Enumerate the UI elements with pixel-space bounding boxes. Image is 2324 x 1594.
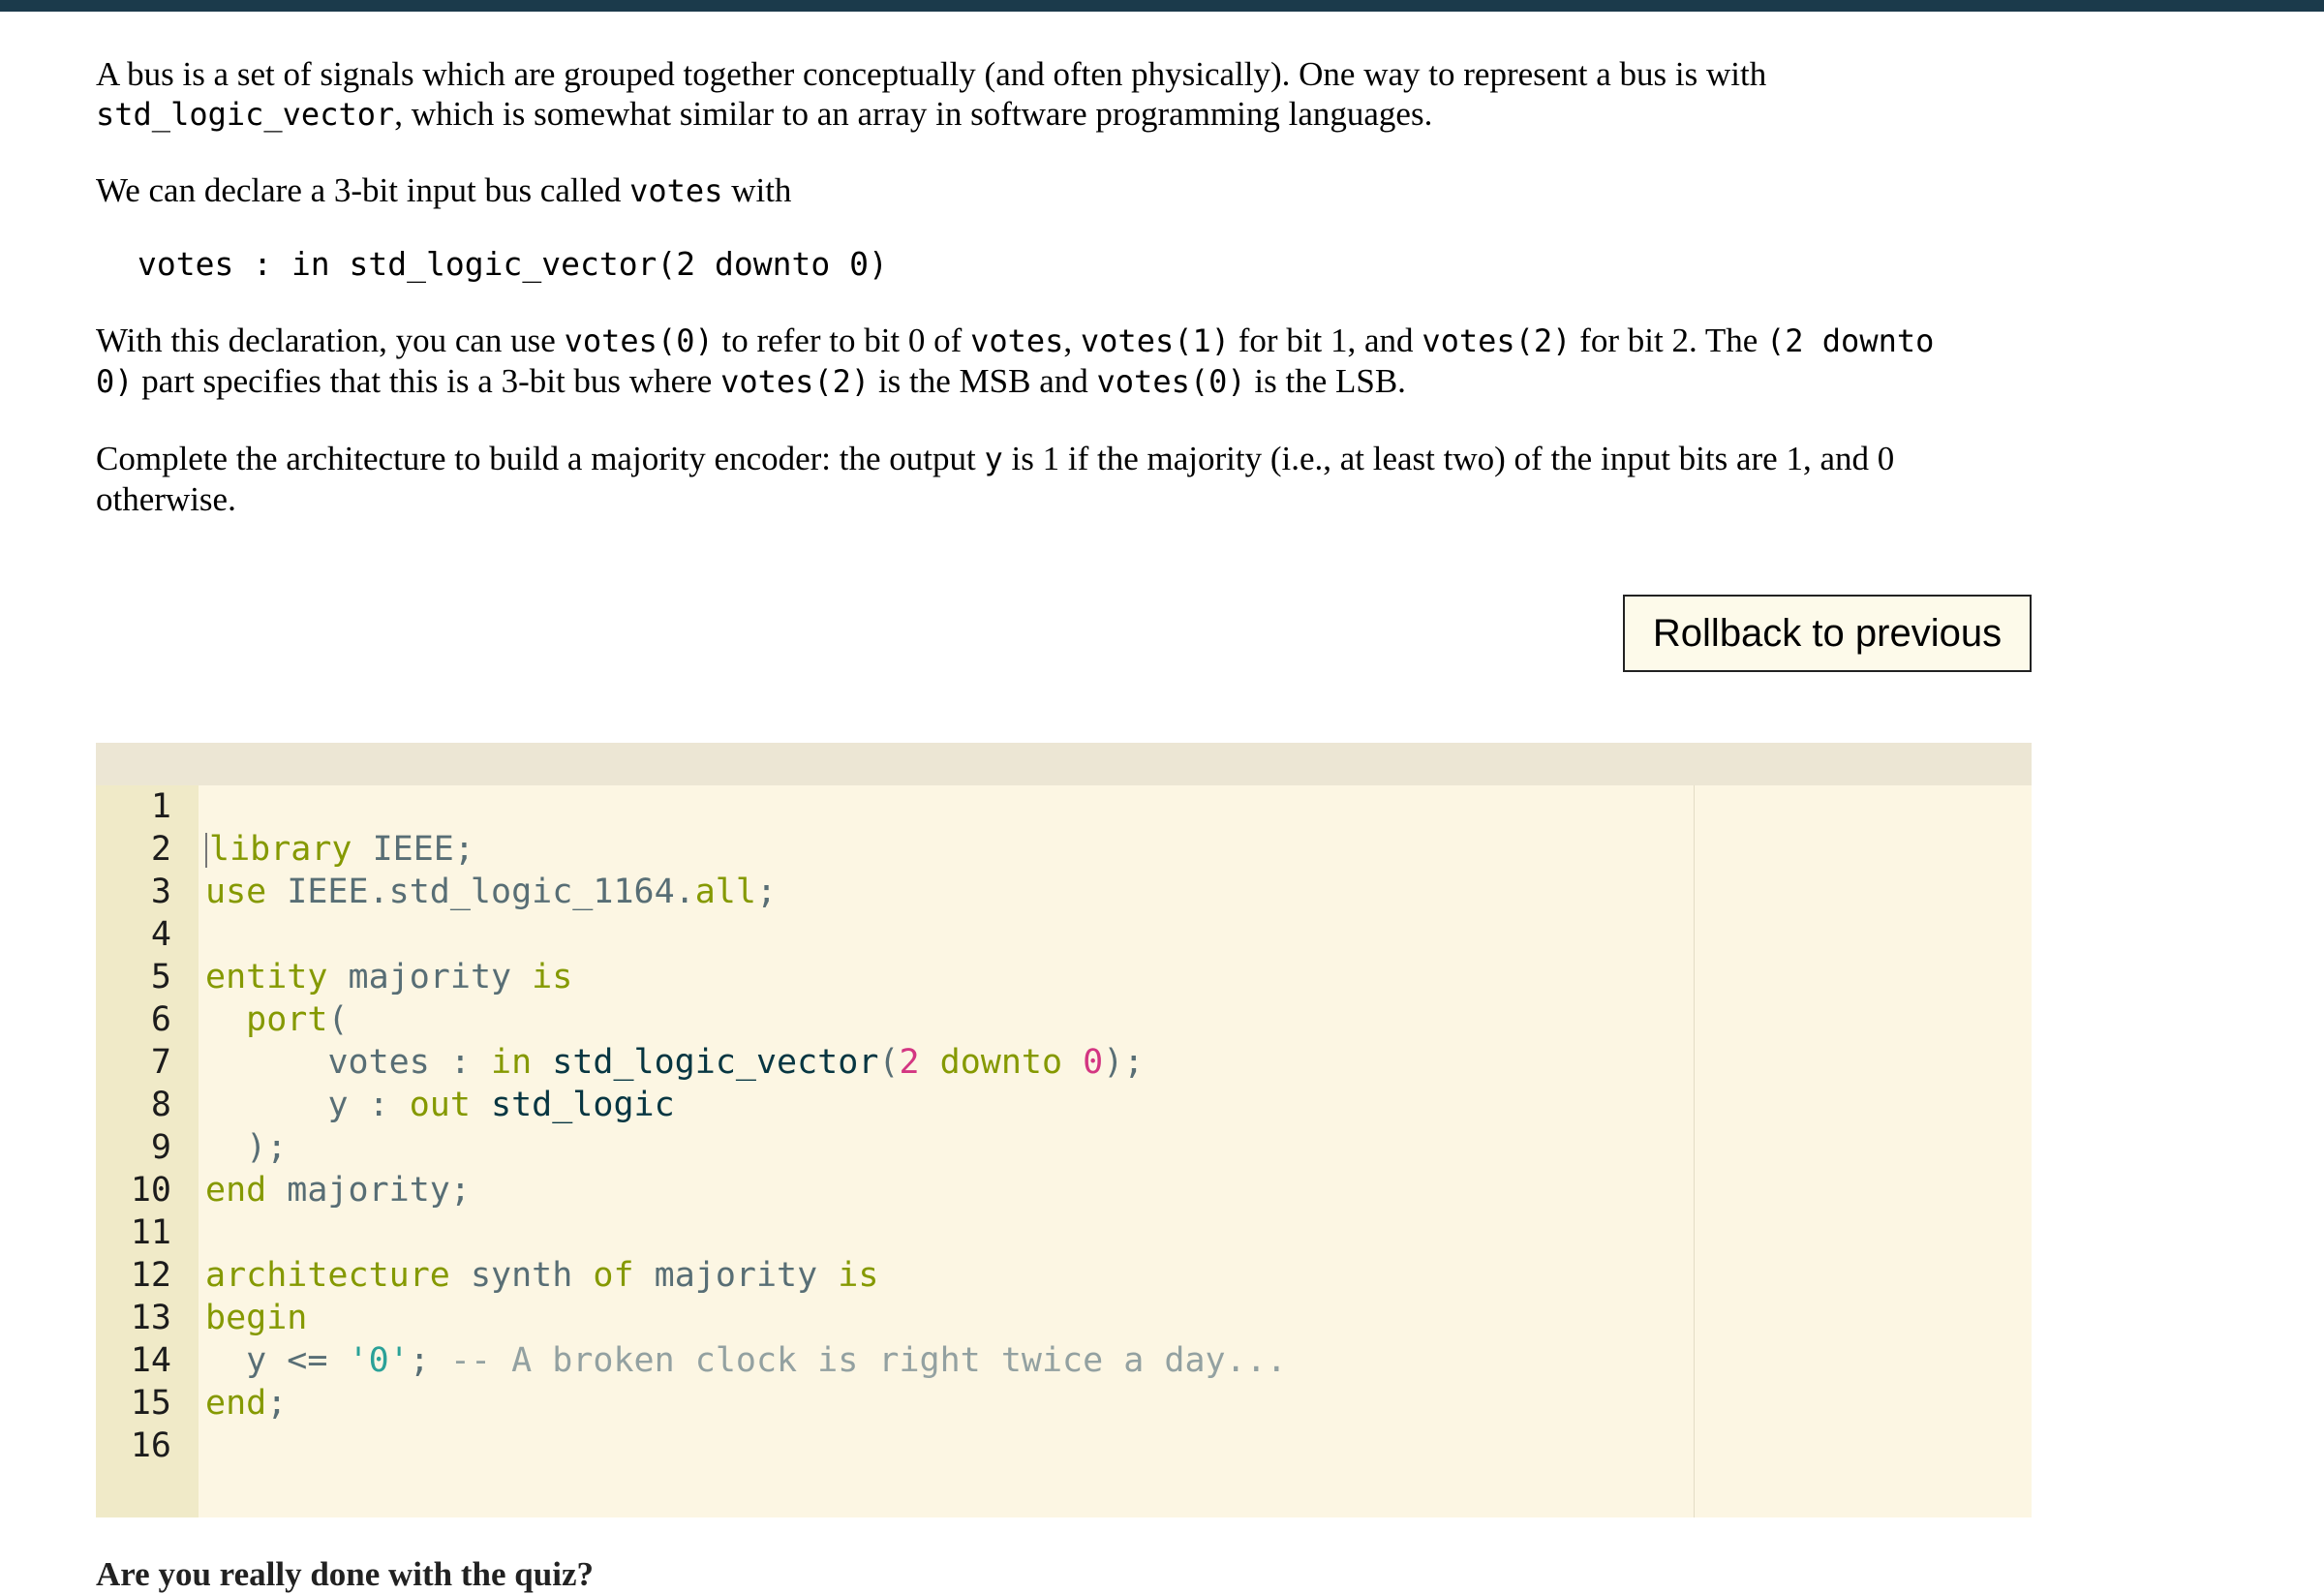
code-line[interactable]: 6 votes : in std_logic_vector(2 downto 0… bbox=[96, 956, 2032, 1082]
rollback-button[interactable]: Rollback to previous bbox=[1623, 595, 2032, 672]
text: With this declaration, you can use bbox=[96, 322, 556, 359]
top-bar bbox=[0, 0, 2324, 12]
text: A bus is a set of signals which are grou… bbox=[96, 55, 1767, 93]
code-line[interactable]: 14 end; bbox=[96, 1297, 2032, 1423]
inline-code: votes(2) bbox=[1422, 322, 1572, 359]
inline-code: y bbox=[984, 441, 1003, 477]
intro-paragraph: A bus is a set of signals which are grou… bbox=[96, 54, 1766, 135]
inline-code: votes(2) bbox=[720, 363, 871, 400]
line-number: 16 bbox=[130, 1426, 171, 1465]
text: We can declare a 3-bit input bus called bbox=[96, 171, 622, 209]
code-line[interactable]: 15 bbox=[96, 1339, 2032, 1423]
code-line[interactable]: 13 y <= '0'; -- A broken clock is right … bbox=[96, 1254, 2032, 1380]
code-line[interactable]: 12 begin bbox=[96, 1211, 2032, 1337]
code-line[interactable]: 5 port( bbox=[96, 913, 2032, 1039]
task-paragraph: Complete the architecture to build a maj… bbox=[96, 439, 1984, 519]
code-line[interactable]: 2 use IEEE.std_logic_1164.all; bbox=[96, 785, 2032, 911]
code-line[interactable]: 1 library IEEE; bbox=[96, 743, 2032, 869]
code-line[interactable]: 10 bbox=[96, 1126, 2032, 1210]
code-editor[interactable]: 1 library IEEE; 2 use IEEE.std_logic_116… bbox=[96, 743, 2032, 1517]
text: for bit 2. The bbox=[1579, 322, 1758, 359]
text: , bbox=[1063, 322, 1073, 359]
text: part specifies that this is a 3-bit bus … bbox=[141, 362, 713, 400]
usage-paragraph: With this declaration, you can use votes… bbox=[96, 321, 1936, 402]
code-line[interactable]: 9 end majority; bbox=[96, 1084, 2032, 1210]
inline-code: votes bbox=[970, 322, 1064, 359]
code-line[interactable]: 7 y : out std_logic bbox=[96, 998, 2032, 1124]
inline-code: votes(0) bbox=[564, 322, 714, 359]
text: Complete the architecture to build a maj… bbox=[96, 440, 976, 477]
text: , which is somewhat similar to an array … bbox=[394, 95, 1433, 133]
code-line[interactable]: 8 ); bbox=[96, 1041, 2032, 1167]
text: is the MSB and bbox=[877, 362, 1088, 400]
declare-paragraph: We can declare a 3-bit input bus called … bbox=[96, 170, 791, 211]
code-line[interactable]: 11 architecture synth of majority is bbox=[96, 1169, 2032, 1295]
text: to refer to bit 0 of bbox=[721, 322, 963, 359]
declaration-code-block: votes : in std_logic_vector(2 downto 0) bbox=[138, 245, 888, 283]
inline-code: votes(1) bbox=[1080, 322, 1231, 359]
inline-code: std_logic_vector bbox=[96, 96, 395, 133]
text: is the LSB. bbox=[1254, 362, 1406, 400]
code-line[interactable]: 4 entity majority is bbox=[96, 871, 2032, 996]
code-line[interactable]: 16 bbox=[96, 1382, 2032, 1465]
inline-code: votes bbox=[629, 172, 723, 209]
next-section-heading: Are you really done with the quiz? bbox=[96, 1555, 594, 1593]
text: with bbox=[731, 171, 792, 209]
text: for bit 1, and bbox=[1238, 322, 1414, 359]
code-line[interactable]: 3 bbox=[96, 828, 2032, 911]
inline-code: votes(0) bbox=[1096, 363, 1246, 400]
